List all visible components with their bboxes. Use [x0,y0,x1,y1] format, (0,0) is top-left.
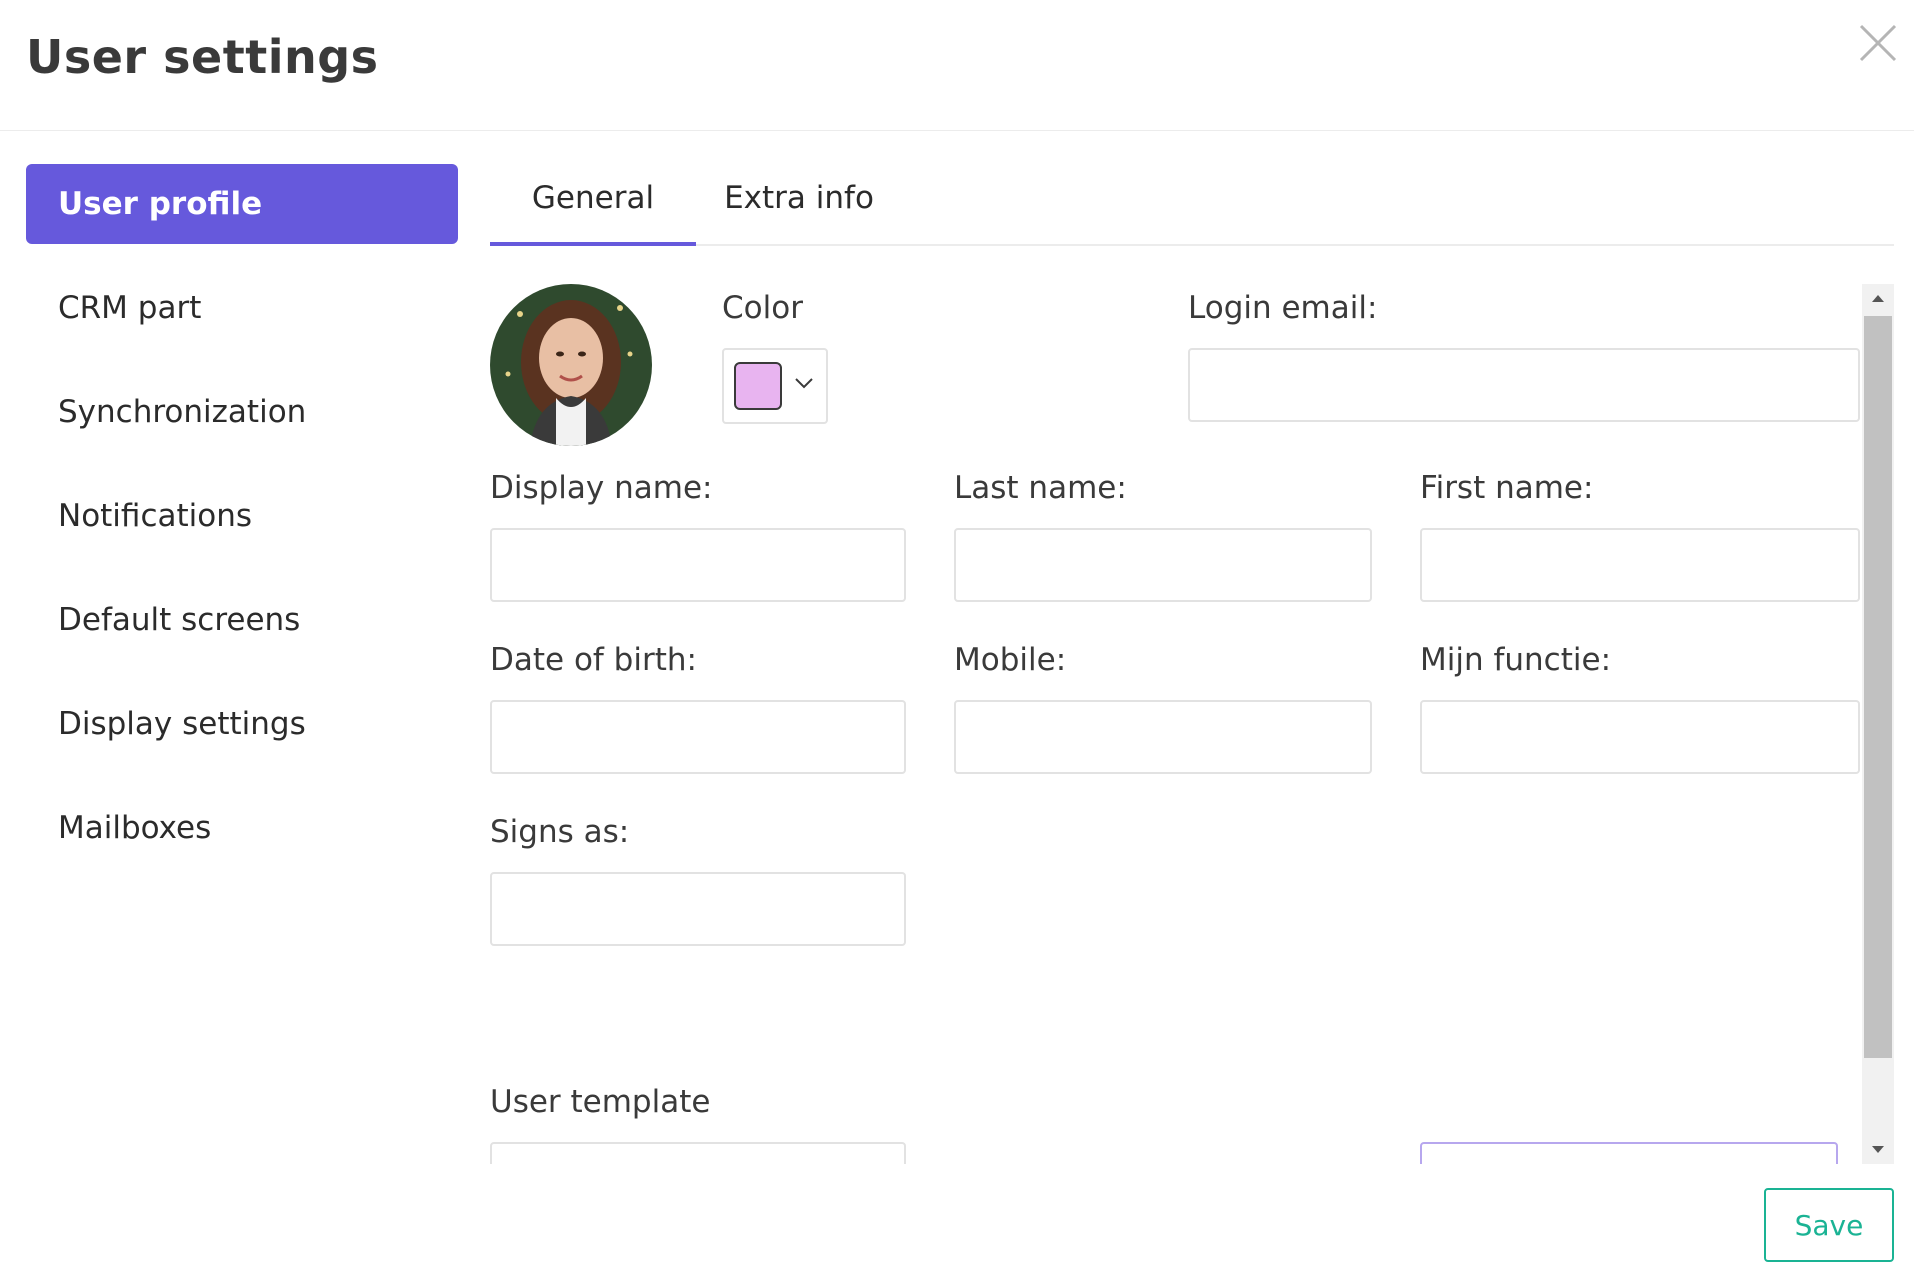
sidebar-item-label: Display settings [58,706,306,742]
user-template-select[interactable] [490,1142,906,1164]
display-name-label: Display name: [490,470,713,506]
sidebar-item-label: User profile [58,186,263,222]
template-field[interactable] [1420,1142,1838,1164]
sidebar-item-label: Default screens [58,602,301,638]
dialog-header: User settings [0,0,1914,131]
triangle-down-icon[interactable] [1862,1136,1894,1164]
sidebar-item-user-profile[interactable]: User profile [26,164,458,244]
tab-extra-info[interactable]: Extra info [696,160,902,244]
save-button[interactable]: Save [1764,1188,1894,1262]
scrollbar-thumb[interactable] [1864,316,1892,1058]
sidebar-item-default-screens[interactable]: Default screens [26,580,458,660]
date-of-birth-field[interactable] [490,700,906,774]
tab-label: General [531,180,655,216]
sidebar-item-display-settings[interactable]: Display settings [26,684,458,764]
mijn-functie-field[interactable] [1420,700,1860,774]
color-label: Color [722,290,803,326]
display-name-field[interactable] [490,528,906,602]
tab-label: Extra info [724,180,874,216]
content-scrollbar[interactable] [1862,284,1894,1164]
date-of-birth-label: Date of birth: [490,642,697,678]
first-name-label: First name: [1420,470,1594,506]
dialog-title: User settings [26,30,379,84]
user-template-label: User template [490,1084,711,1120]
tab-bar: General Extra info [490,160,1894,246]
last-name-field[interactable] [954,528,1372,602]
sidebar-item-synchronization[interactable]: Synchronization [26,372,458,452]
mijn-functie-label: Mijn functie: [1420,642,1612,678]
color-picker[interactable] [722,348,828,424]
close-icon[interactable] [1857,22,1899,64]
sidebar-item-crm-part[interactable]: CRM part [26,268,458,348]
color-swatch [734,362,782,410]
sidebar-item-mailboxes[interactable]: Mailboxes [26,788,458,868]
sidebar-item-notifications[interactable]: Notifications [26,476,458,556]
login-email-field[interactable] [1188,348,1860,422]
sidebar-item-label: Notifications [58,498,253,534]
avatar[interactable] [490,284,652,446]
tab-general[interactable]: General [490,160,696,246]
last-name-label: Last name: [954,470,1127,506]
signs-as-label: Signs as: [490,814,630,850]
chevron-down-icon [795,378,813,389]
sidebar-item-label: CRM part [58,290,202,326]
general-form: Color Login email: Display name: Last na… [490,284,1860,1164]
login-email-label: Login email: [1188,290,1378,326]
triangle-up-icon[interactable] [1862,284,1894,312]
mobile-field[interactable] [954,700,1372,774]
sidebar-item-label: Mailboxes [58,810,212,846]
mobile-label: Mobile: [954,642,1067,678]
first-name-field[interactable] [1420,528,1860,602]
sidebar-item-label: Synchronization [58,394,307,430]
signs-as-field[interactable] [490,872,906,946]
